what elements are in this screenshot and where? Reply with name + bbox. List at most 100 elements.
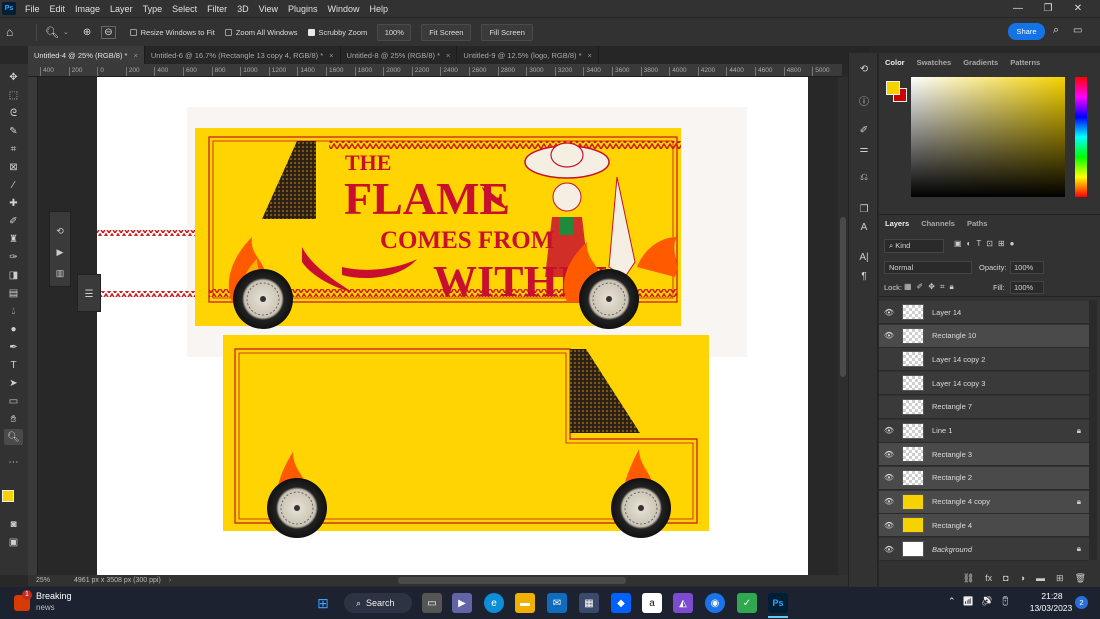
menu-file[interactable]: File xyxy=(25,4,40,14)
mask-icon[interactable]: ◘ xyxy=(1003,573,1008,583)
visibility-eye-icon[interactable]: 👁︎ xyxy=(879,473,899,482)
opacity-input[interactable]: 100% xyxy=(1010,261,1044,274)
dropbox-icon[interactable]: ◆ xyxy=(611,593,631,613)
layer-row[interactable]: 👁︎ Rectangle 3 xyxy=(879,443,1089,467)
visibility-eye-icon[interactable]: 👁︎ xyxy=(879,426,899,435)
healing-tool-icon[interactable]: ✚ xyxy=(4,195,23,211)
horizontal-scrollbar[interactable] xyxy=(398,577,626,584)
menu-3d[interactable]: 3D xyxy=(237,4,249,14)
pen-tool-icon[interactable]: ✒ xyxy=(4,339,23,355)
canvas-area[interactable]: THE FLAME COMES FROM WITHIN ⟲ ▶ ▥ ☰ xyxy=(38,77,838,575)
layer-row[interactable]: 👁︎ Background 🔒︎ xyxy=(879,538,1089,561)
amazon-icon[interactable]: a xyxy=(642,593,662,613)
foreground-color-swatch[interactable] xyxy=(886,81,900,95)
search-icon[interactable]: ⌕ xyxy=(1053,24,1059,37)
edge-icon[interactable]: e xyxy=(484,593,504,613)
zoom-tool-icon[interactable]: 🔍︎ xyxy=(4,429,23,445)
store-icon[interactable]: ▦ xyxy=(579,593,599,613)
lasso-tool-icon[interactable]: ᘓ xyxy=(4,105,23,121)
menu-plugins[interactable]: Plugins xyxy=(288,4,318,14)
system-tray-icons[interactable]: ⌃📶︎🔊︎🔋︎ xyxy=(948,596,1018,607)
visibility-eye-icon[interactable]: 👁︎ xyxy=(879,497,899,506)
close-tab-icon[interactable]: × xyxy=(133,51,137,60)
adjust-panel-icon[interactable]: ⚌ xyxy=(856,142,872,156)
layer-row[interactable]: 👁︎ Line 1 🔒︎ xyxy=(879,419,1089,443)
menu-filter[interactable]: Filter xyxy=(207,4,227,14)
workspace-icon[interactable]: ▭ xyxy=(1073,25,1082,36)
fx-icon[interactable]: fx xyxy=(985,573,992,583)
more-tools-icon[interactable]: ⋯ xyxy=(4,454,23,470)
layer-row[interactable]: 👁︎ Rectangle 10 xyxy=(879,324,1089,348)
zoom-value-field[interactable]: 100% xyxy=(377,23,412,41)
tab-paths[interactable]: Paths xyxy=(967,219,987,228)
clone-panel-icon[interactable]: ⎌ xyxy=(856,170,872,184)
adjustments-icon[interactable]: ☰ xyxy=(78,289,100,300)
home-icon[interactable]: ⌂ xyxy=(6,25,28,39)
paragraph-icon[interactable]: ¶ xyxy=(856,269,872,283)
dodge-tool-icon[interactable]: ● xyxy=(4,321,23,337)
tab-patterns[interactable]: Patterns xyxy=(1010,58,1040,67)
menu-image[interactable]: Image xyxy=(75,4,100,14)
path-select-tool-icon[interactable]: ➤ xyxy=(4,375,23,391)
libraries-icon[interactable]: ❐ xyxy=(856,202,872,216)
history-brush-icon[interactable]: ✑ xyxy=(4,249,23,265)
share-button[interactable]: Share xyxy=(1008,23,1045,40)
tab-channels[interactable]: Channels xyxy=(921,219,955,228)
teams-icon[interactable]: ▶ xyxy=(452,593,472,613)
menu-window[interactable]: Window xyxy=(328,4,360,14)
layer-row[interactable]: Rectangle 7 xyxy=(879,395,1089,419)
tasks-icon[interactable]: ✓ xyxy=(737,593,757,613)
tab-gradients[interactable]: Gradients xyxy=(963,58,998,67)
hand-tool-icon[interactable]: ✋︎ xyxy=(4,411,23,427)
tab-untitled-9[interactable]: Untitled-9 @ 12.5% (logo, RGB/8) * × xyxy=(457,46,599,64)
hue-slider[interactable] xyxy=(1075,77,1087,197)
eraser-tool-icon[interactable]: ◨ xyxy=(4,267,23,283)
history-icon[interactable]: ⟲ xyxy=(50,226,70,237)
zoom-out-icon[interactable]: ⊖ xyxy=(101,25,116,39)
visibility-eye-icon[interactable]: 👁︎ xyxy=(879,521,899,530)
chevron-right-icon[interactable]: › xyxy=(169,577,171,584)
color-picker-field[interactable] xyxy=(911,77,1065,197)
news-title[interactable]: Breaking xyxy=(36,591,72,601)
layer-filter-icons[interactable]: ▣◐T⊡⊞● xyxy=(954,239,1020,248)
close-window-icon[interactable]: ✕ xyxy=(1064,0,1092,17)
resize-windows-checkbox[interactable]: Resize Windows to Fit xyxy=(129,28,215,37)
type-tool-icon[interactable]: T xyxy=(4,357,23,373)
minimize-icon[interactable]: — xyxy=(1004,0,1032,17)
new-layer-icon[interactable]: ⊞ xyxy=(1056,573,1064,584)
frame-tool-icon[interactable]: ⊠ xyxy=(4,159,23,175)
lock-icons[interactable]: ▦✐✥⌗🔒︎ xyxy=(904,282,959,292)
menu-help[interactable]: Help xyxy=(370,4,389,14)
tab-untitled-8[interactable]: Untitled-8 @ 25% (RGB/8) * × xyxy=(341,46,458,64)
windows-start-icon[interactable]: ⊞ xyxy=(313,593,333,613)
mail-icon[interactable]: ✉ xyxy=(547,593,567,613)
brush-panel-icon[interactable]: ✐ xyxy=(856,123,872,137)
layer-filter-kind[interactable]: ⌕ Kind xyxy=(884,239,944,253)
restore-icon[interactable]: ❐ xyxy=(1034,0,1062,17)
scrubby-zoom-checkbox[interactable]: Scrubby Zoom xyxy=(307,28,367,37)
brush-tool-icon[interactable]: ✐ xyxy=(4,213,23,229)
group-icon[interactable]: ▬ xyxy=(1036,573,1045,583)
vertical-scrollbar[interactable] xyxy=(838,77,848,575)
tab-swatches[interactable]: Swatches xyxy=(917,58,952,67)
app-icon[interactable]: ◭ xyxy=(673,593,693,613)
gradient-tool-icon[interactable]: ▤ xyxy=(4,285,23,301)
quick-mask-icon[interactable]: ◙ xyxy=(4,516,23,532)
artboard[interactable]: THE FLAME COMES FROM WITHIN xyxy=(97,77,808,575)
quick-select-tool-icon[interactable]: ✎ xyxy=(4,123,23,139)
layer-row[interactable]: 👁︎ Rectangle 4 xyxy=(879,514,1089,538)
zoom-level[interactable]: 25% xyxy=(36,577,50,584)
stamp-tool-icon[interactable]: ♜ xyxy=(4,231,23,247)
move-tool-icon[interactable]: ✥ xyxy=(4,69,23,85)
layer-row[interactable]: 👁︎ Layer 14 xyxy=(879,301,1089,324)
menu-edit[interactable]: Edit xyxy=(50,4,66,14)
layer-row[interactable]: 👁︎ Rectangle 4 copy 🔒︎ xyxy=(879,490,1089,514)
notification-badge[interactable]: 2 xyxy=(1075,596,1088,609)
file-explorer-icon[interactable]: ▬ xyxy=(515,593,535,613)
zoom-in-icon[interactable]: ⊕ xyxy=(83,27,91,38)
screen-mode-icon[interactable]: ▣ xyxy=(4,534,23,550)
taskbar-search[interactable]: ⌕ Search xyxy=(344,593,412,613)
visibility-eye-icon[interactable]: 👁︎ xyxy=(879,331,899,340)
fill-input[interactable]: 100% xyxy=(1010,281,1044,294)
shape-tool-icon[interactable]: ▭ xyxy=(4,393,23,409)
